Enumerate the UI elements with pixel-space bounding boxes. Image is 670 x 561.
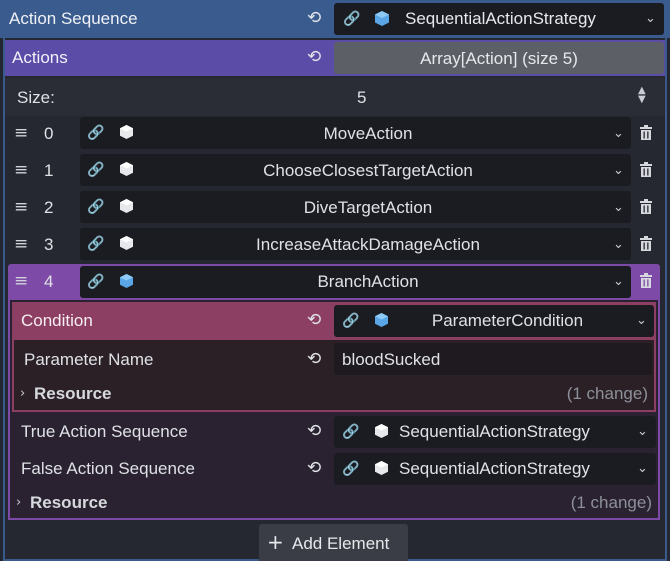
- link-icon[interactable]: 🔗: [343, 10, 360, 27]
- chevron-down-icon[interactable]: ⌄: [613, 237, 624, 252]
- branch-resource-changes: (1 change): [570, 493, 652, 512]
- trash-icon[interactable]: [639, 236, 653, 251]
- add-element-label: Add Element: [292, 534, 390, 553]
- false-sequence-value: SequentialActionStrategy: [399, 459, 590, 478]
- trash-icon[interactable]: [639, 162, 653, 177]
- link-icon[interactable]: 🔗: [342, 460, 359, 477]
- true-sequence-label: True Action Sequence: [21, 422, 188, 441]
- item-index: 0: [44, 124, 54, 143]
- condition-title: Condition: [21, 311, 93, 330]
- drag-handle-icon[interactable]: ≡: [14, 234, 28, 254]
- revert-icon[interactable]: ⟲: [307, 310, 321, 330]
- false-sequence-label: False Action Sequence: [21, 459, 195, 478]
- condition-resource-label[interactable]: Resource: [34, 384, 111, 404]
- spinner-icon[interactable]: ▲ ▼: [638, 86, 646, 105]
- revert-icon[interactable]: ⟲: [307, 8, 321, 28]
- revert-icon[interactable]: ⟲: [307, 349, 321, 369]
- cube-icon: [375, 461, 388, 475]
- chevron-down-icon[interactable]: ⌄: [613, 126, 624, 141]
- cube-icon: [375, 313, 388, 327]
- strategy-value: SequentialActionStrategy: [405, 9, 596, 28]
- link-icon[interactable]: 🔗: [87, 161, 104, 178]
- chevron-down-icon[interactable]: ⌄: [645, 11, 656, 26]
- drag-handle-icon[interactable]: ≡: [14, 271, 28, 291]
- branch-resource-label[interactable]: Resource: [30, 493, 107, 513]
- revert-icon[interactable]: ⟲: [307, 458, 321, 478]
- cube-icon: [120, 162, 133, 176]
- item-index: 2: [44, 198, 54, 217]
- item-index: 1: [44, 161, 54, 180]
- action-label: DiveTargetAction: [303, 198, 433, 217]
- chevron-down-icon[interactable]: ⌄: [613, 200, 624, 215]
- link-icon[interactable]: 🔗: [87, 124, 104, 141]
- size-spinbox[interactable]: [334, 82, 662, 112]
- array-label: Array[Action] (size 5): [420, 49, 578, 68]
- link-icon[interactable]: 🔗: [87, 198, 104, 215]
- drag-handle-icon[interactable]: ≡: [14, 197, 28, 217]
- chevron-down-icon[interactable]: ⌄: [636, 313, 647, 328]
- action-label: IncreaseAttackDamageAction: [256, 235, 480, 254]
- drag-handle-icon[interactable]: ≡: [14, 160, 28, 180]
- chevron-down-icon[interactable]: ⌄: [637, 461, 648, 476]
- size-value: 5: [357, 88, 367, 107]
- action-sequence-label: Action Sequence: [9, 9, 138, 28]
- trash-icon[interactable]: [639, 125, 653, 140]
- chevron-down-icon[interactable]: ⌄: [637, 424, 648, 439]
- cube-icon: [120, 274, 133, 288]
- link-icon[interactable]: 🔗: [87, 273, 104, 290]
- link-icon[interactable]: 🔗: [342, 423, 359, 440]
- condition-value: ParameterCondition: [431, 311, 584, 330]
- action-label: MoveAction: [323, 124, 413, 143]
- parameter-name-value: bloodSucked: [342, 350, 441, 369]
- trash-icon[interactable]: [639, 199, 653, 214]
- chevron-down-icon[interactable]: ⌄: [613, 163, 624, 178]
- condition-resource-changes: (1 change): [566, 384, 648, 403]
- cube-icon: [120, 199, 133, 213]
- drag-handle-icon[interactable]: ≡: [14, 123, 28, 143]
- link-icon[interactable]: 🔗: [87, 235, 104, 252]
- link-icon[interactable]: 🔗: [342, 312, 359, 329]
- cube-icon: [120, 125, 133, 139]
- action-label: BranchAction: [317, 272, 419, 291]
- chevron-right-icon[interactable]: ›: [16, 495, 21, 510]
- actions-title: Actions: [12, 48, 68, 67]
- plus-icon: +: [267, 530, 284, 554]
- cube-icon: [375, 424, 388, 438]
- item-index: 4: [44, 272, 54, 291]
- revert-icon[interactable]: ⟲: [307, 47, 321, 67]
- action-label: ChooseClosestTargetAction: [263, 161, 473, 180]
- chevron-right-icon[interactable]: ›: [20, 386, 25, 401]
- revert-icon[interactable]: ⟲: [307, 421, 321, 441]
- cube-icon: [120, 236, 133, 250]
- trash-icon[interactable]: [639, 273, 653, 288]
- chevron-down-icon[interactable]: ⌄: [613, 274, 624, 289]
- parameter-name-label: Parameter Name: [24, 350, 154, 369]
- item-index: 3: [44, 235, 54, 254]
- size-label: Size:: [17, 88, 55, 107]
- true-sequence-value: SequentialActionStrategy: [399, 422, 590, 441]
- cube-icon: [375, 11, 389, 26]
